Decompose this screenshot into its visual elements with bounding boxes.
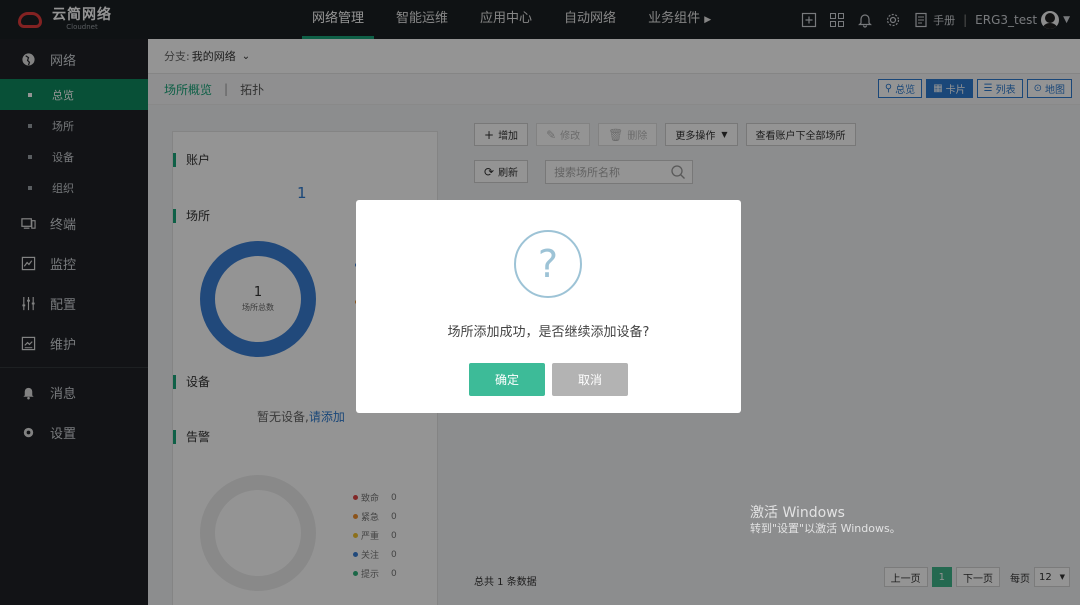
confirm-dialog: ? 场所添加成功，是否继续添加设备? 确定 取消	[356, 200, 741, 413]
watermark-line1: 激活 Windows	[750, 505, 845, 521]
windows-activation-watermark: 激活 Windows 转到"设置"以激活 Windows。	[750, 505, 901, 537]
confirm-button[interactable]: 确定	[469, 363, 545, 396]
dialog-message: 场所添加成功，是否继续添加设备?	[447, 325, 650, 340]
question-icon: ?	[514, 230, 582, 298]
cancel-button[interactable]: 取消	[552, 363, 628, 396]
watermark-line2: 转到"设置"以激活 Windows。	[750, 522, 901, 535]
